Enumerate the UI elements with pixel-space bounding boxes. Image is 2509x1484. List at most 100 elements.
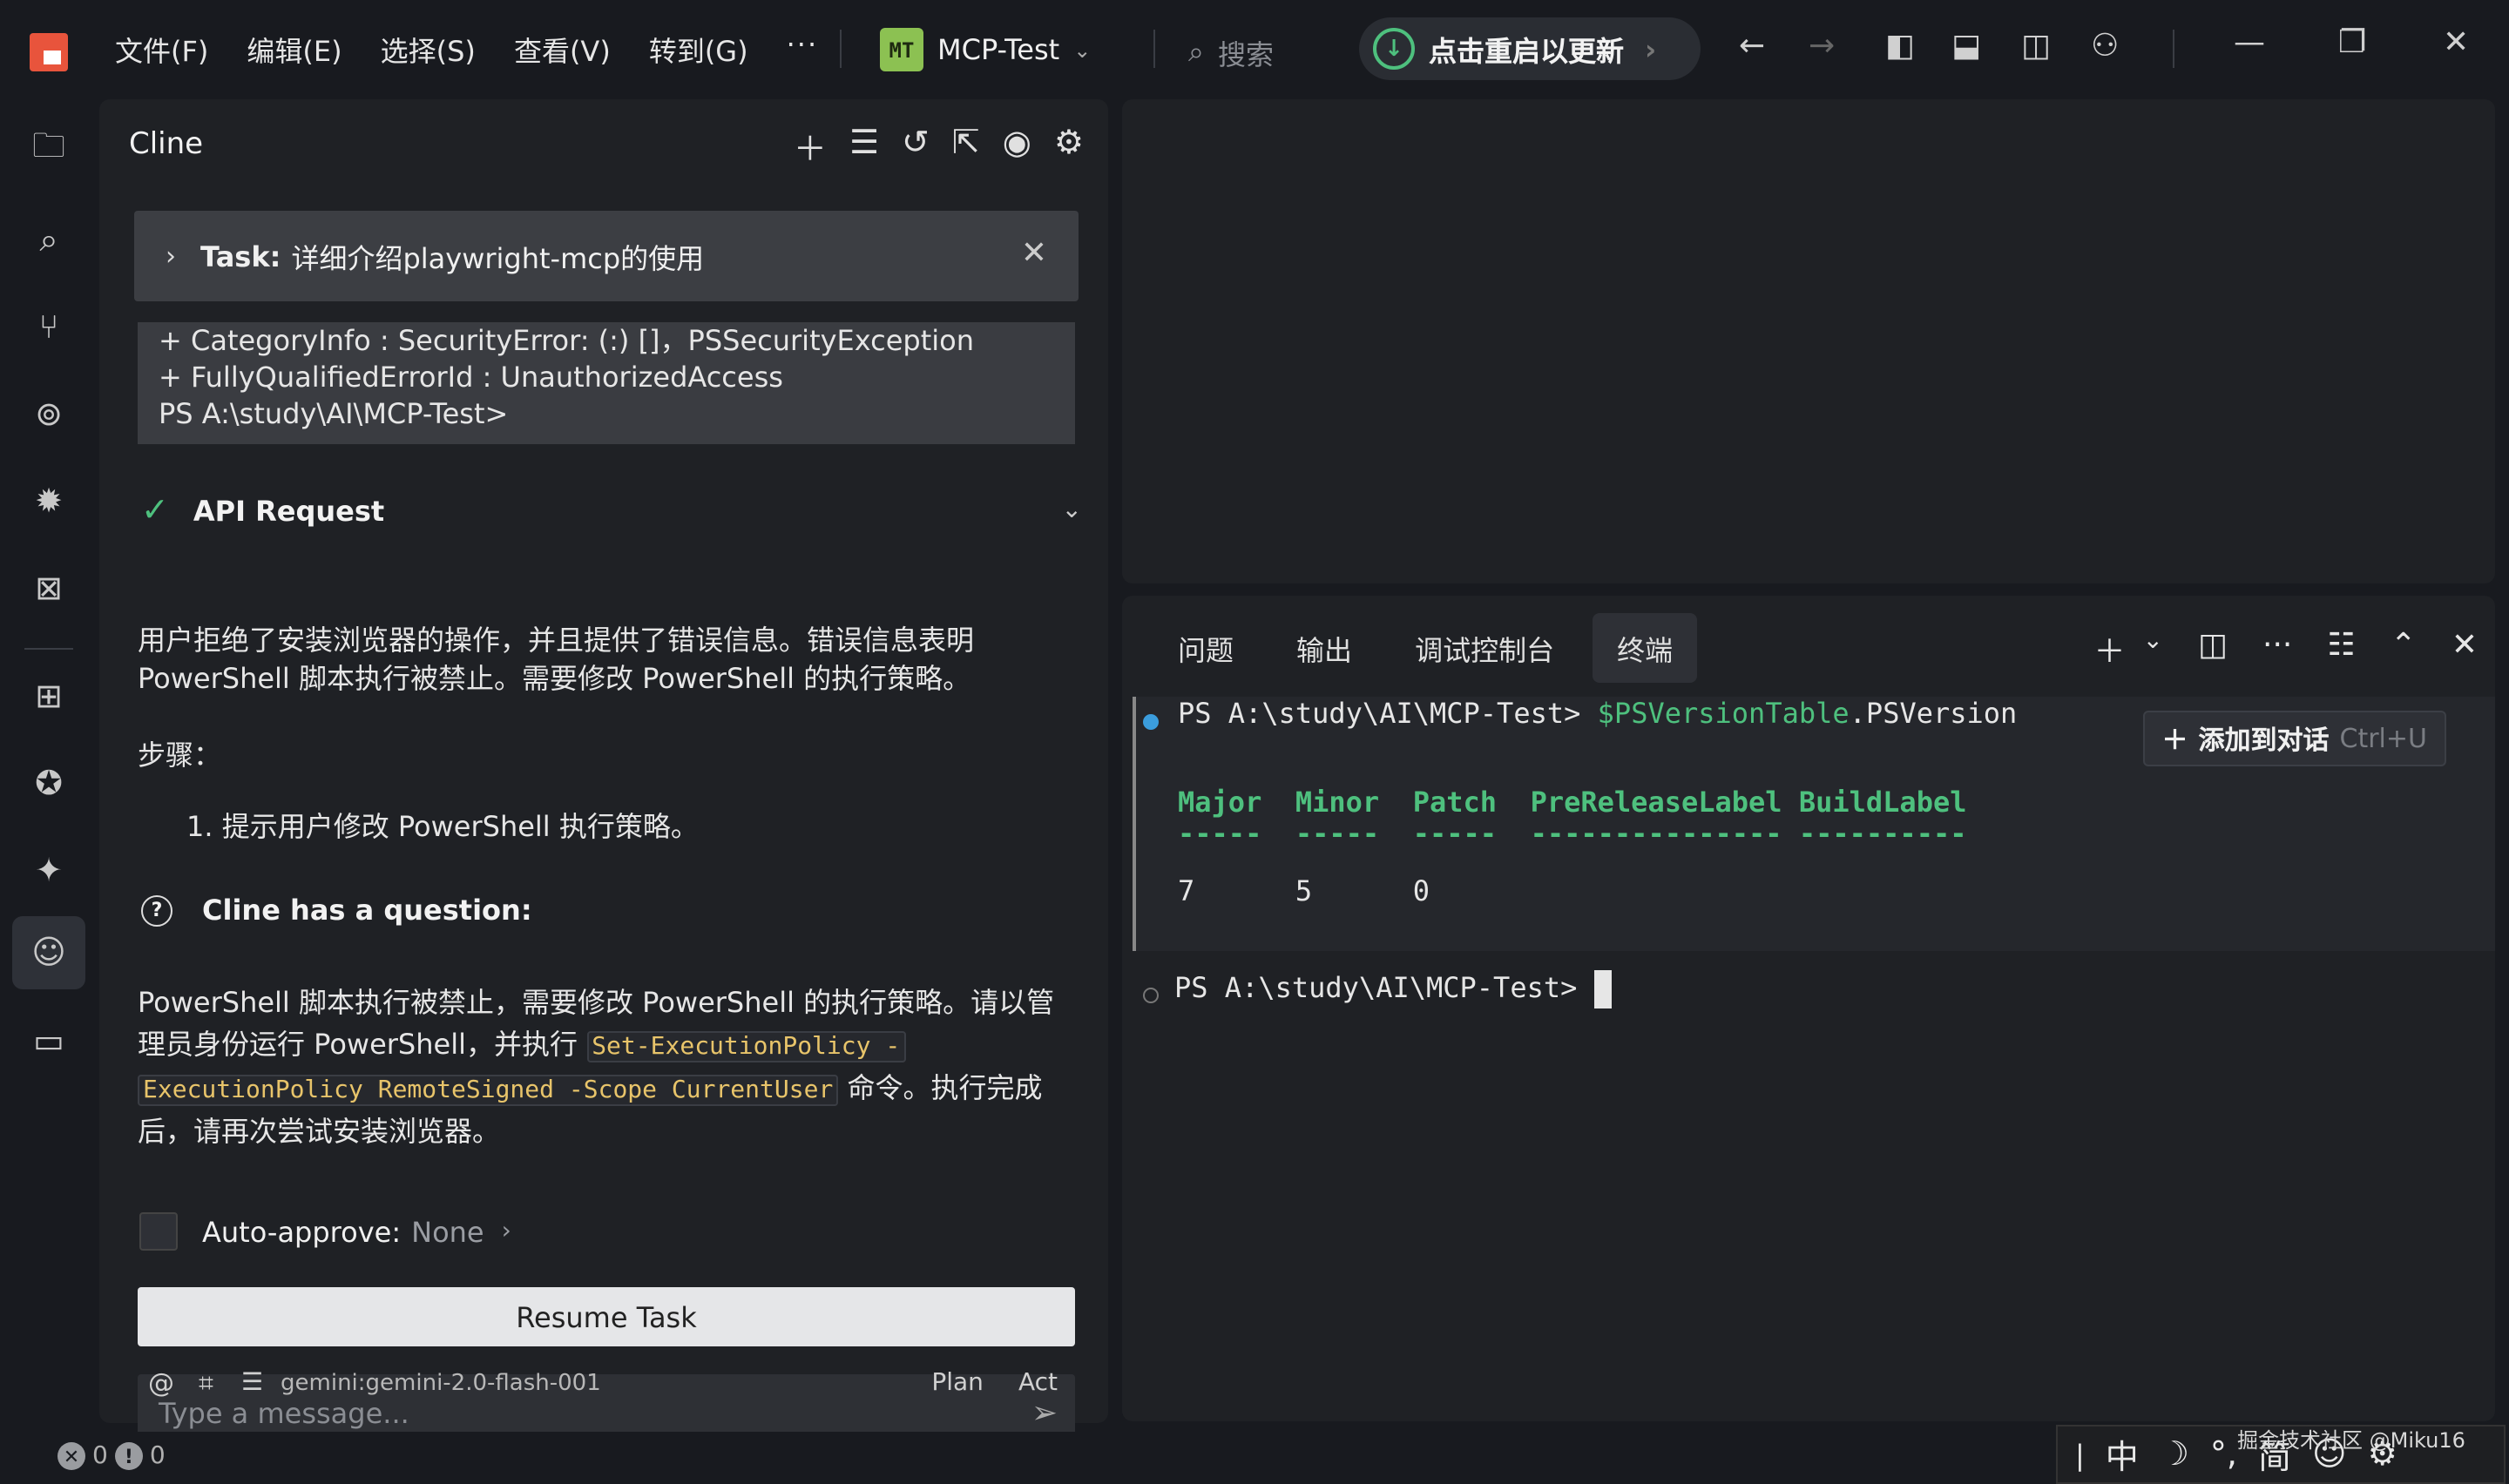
- problems-status[interactable]: ✕ 0 ! 0: [57, 1442, 166, 1470]
- project-selector[interactable]: MT MCP-Test ⌄: [880, 28, 1091, 71]
- resume-task-button[interactable]: Resume Task: [138, 1287, 1075, 1346]
- output-line: PS A:\study\AI\MCP-Test>: [159, 397, 509, 430]
- menu-select[interactable]: 选择(S): [381, 28, 476, 70]
- remote-monitor-icon[interactable]: ▭: [28, 1021, 70, 1062]
- menu-bar: 文件(F) 编辑(E) 选择(S) 查看(V) 转到(G) ···: [115, 28, 818, 70]
- tab-terminal[interactable]: 终端: [1593, 613, 1698, 683]
- ime-handle-icon[interactable]: |: [2075, 1438, 2085, 1471]
- mention-icon[interactable]: @: [148, 1367, 174, 1399]
- menu-file[interactable]: 文件(F): [115, 28, 208, 70]
- punctuation-icon[interactable]: °,: [2210, 1435, 2237, 1474]
- question-text: PowerShell 脚本执行被禁止，需要修改 PowerShell 的执行策略…: [138, 982, 1079, 1153]
- task-text: 详细介绍playwright-mcp的使用: [291, 242, 705, 275]
- extensions-icon[interactable]: ⊞: [28, 676, 70, 718]
- add-to-chat-button[interactable]: ＋ 添加到对话 Ctrl+U: [2142, 711, 2446, 766]
- project-badge: MT: [880, 28, 923, 71]
- act-toggle[interactable]: Act: [1018, 1369, 1058, 1397]
- cline-footer: @ ⌗ ☰ gemini:gemini-2.0-flash-001 Plan A…: [148, 1367, 1072, 1399]
- close-window-icon[interactable]: ✕: [2443, 24, 2469, 61]
- toggle-primary-sidebar-icon[interactable]: ◧: [1885, 28, 1915, 64]
- menu-more-icon[interactable]: ···: [787, 28, 819, 70]
- new-terminal-icon[interactable]: ＋: [2094, 627, 2126, 672]
- split-terminal-icon[interactable]: ◫: [2198, 627, 2228, 672]
- menu-edit[interactable]: 编辑(E): [247, 28, 342, 70]
- sparkle-icon[interactable]: ✦: [28, 850, 70, 892]
- terminal-toolbar: ＋ ⌄ ◫ ··· ☷ ⌃ ✕: [2094, 627, 2479, 672]
- history-icon[interactable]: ↺: [902, 124, 930, 171]
- back-arrow-icon[interactable]: ←: [1739, 28, 1765, 64]
- mcp-servers-icon[interactable]: ☰: [849, 124, 879, 171]
- divider: [24, 648, 73, 650]
- search-placeholder: 搜索: [1217, 38, 1274, 71]
- gear-icon[interactable]: ⚙: [1054, 124, 1084, 171]
- output-line: + CategoryInfo : SecurityError: (:) []，P…: [159, 324, 975, 357]
- account-icon[interactable]: ⚇: [2091, 28, 2119, 64]
- more-icon[interactable]: ···: [2262, 627, 2292, 672]
- model-icon[interactable]: ☰: [241, 1369, 263, 1397]
- chevron-right-icon[interactable]: ›: [166, 240, 176, 272]
- chevron-down-icon[interactable]: ⌄: [1062, 496, 1082, 524]
- terminal-command: .PSVersion: [1849, 697, 2018, 730]
- bug-icon[interactable]: ✹: [28, 481, 70, 523]
- terminal-command: $PSVersionTable: [1597, 697, 1850, 730]
- inline-code: ExecutionPolicy RemoteSigned -Scope Curr…: [138, 1075, 839, 1106]
- model-selector[interactable]: gemini:gemini-2.0-flash-001: [281, 1370, 601, 1396]
- terminal-line[interactable]: PS A:\study\AI\MCP-Test>: [1174, 970, 1612, 1008]
- forward-arrow-icon[interactable]: →: [1809, 28, 1835, 64]
- terminal-cursor: [1593, 970, 1612, 1008]
- terminal-prompt: PS A:\study\AI\MCP-Test>: [1174, 971, 1594, 1004]
- new-task-icon[interactable]: ＋: [794, 124, 827, 171]
- error-count: 0: [92, 1442, 108, 1470]
- popout-icon[interactable]: ⇱: [952, 124, 980, 171]
- search-box[interactable]: ⌕ 搜索: [1188, 31, 1274, 73]
- chevron-right-icon[interactable]: ›: [502, 1218, 511, 1245]
- maximize-panel-icon[interactable]: ⌃: [2391, 627, 2417, 672]
- plan-toggle[interactable]: Plan: [931, 1369, 984, 1397]
- menu-goto[interactable]: 转到(G): [649, 28, 748, 70]
- send-icon[interactable]: ➢: [1031, 1395, 1058, 1432]
- api-request-row[interactable]: ✓ API Request ⌄: [141, 491, 1082, 530]
- cline-robot-icon[interactable]: ☺: [12, 916, 85, 989]
- terminal-settings-icon[interactable]: ☷: [2327, 627, 2355, 672]
- restore-icon[interactable]: ❐: [2338, 24, 2366, 61]
- source-control-icon[interactable]: ⑂: [28, 307, 70, 348]
- remote-explorer-icon[interactable]: ⊠: [28, 568, 70, 610]
- cline-toolbar: ＋ ☰ ↺ ⇱ ◉ ⚙: [794, 124, 1084, 171]
- tab-problems[interactable]: 问题: [1153, 613, 1258, 683]
- toggle-panel-icon[interactable]: ⬓: [1951, 28, 1981, 64]
- menu-view[interactable]: 查看(V): [514, 28, 611, 70]
- update-label: 点击重启以更新: [1429, 35, 1625, 68]
- minimize-icon[interactable]: —: [2234, 24, 2265, 61]
- ime-mode-chinese[interactable]: 中: [2106, 1431, 2139, 1478]
- toggle-secondary-sidebar-icon[interactable]: ◫: [2021, 28, 2051, 64]
- task-header[interactable]: › Task: 详细介绍playwright-mcp的使用 ✕: [134, 211, 1079, 301]
- search-icon[interactable]: ⌕: [28, 219, 70, 261]
- watermark: 掘金技术社区 @Miku16: [2237, 1428, 2465, 1453]
- app-logo-icon: [30, 33, 68, 71]
- close-panel-icon[interactable]: ✕: [2452, 627, 2478, 672]
- task-label: Task:: [200, 239, 281, 273]
- close-icon[interactable]: ✕: [1021, 235, 1047, 272]
- warning-icon: !: [114, 1442, 143, 1470]
- project-name: MCP-Test: [937, 33, 1060, 66]
- moon-icon[interactable]: ☽: [2160, 1435, 2189, 1474]
- auto-approve-label: Auto-approve:: [202, 1215, 402, 1248]
- auto-approve-checkbox[interactable]: [139, 1212, 178, 1251]
- run-debug-icon[interactable]: ⊚: [28, 394, 70, 435]
- download-icon: ↓: [1373, 28, 1415, 70]
- command-pending-dot-icon: [1143, 988, 1159, 1003]
- auto-approve-row[interactable]: Auto-approve: None ›: [139, 1212, 511, 1251]
- command-success-dot-icon: [1143, 714, 1159, 730]
- restart-update-button[interactable]: ↓ 点击重启以更新 ›: [1359, 17, 1701, 80]
- explorer-icon[interactable]: 🗀: [28, 127, 70, 171]
- deploy-icon[interactable]: ✪: [28, 763, 70, 805]
- terminal-line: PS A:\study\AI\MCP-Test> $PSVersionTable…: [1178, 697, 2017, 730]
- tab-debug-console[interactable]: 调试控制台: [1390, 613, 1579, 683]
- tab-output[interactable]: 输出: [1272, 613, 1376, 683]
- terminal-table-rule: ----- ----- ----- --------------- ------…: [1178, 817, 1967, 850]
- chevron-down-icon[interactable]: ⌄: [2143, 627, 2163, 672]
- account-icon[interactable]: ◉: [1003, 124, 1031, 171]
- terminal-prompt: PS A:\study\AI\MCP-Test>: [1178, 697, 1598, 730]
- api-request-label: API Request: [193, 494, 385, 527]
- camera-icon[interactable]: ⌗: [199, 1367, 213, 1399]
